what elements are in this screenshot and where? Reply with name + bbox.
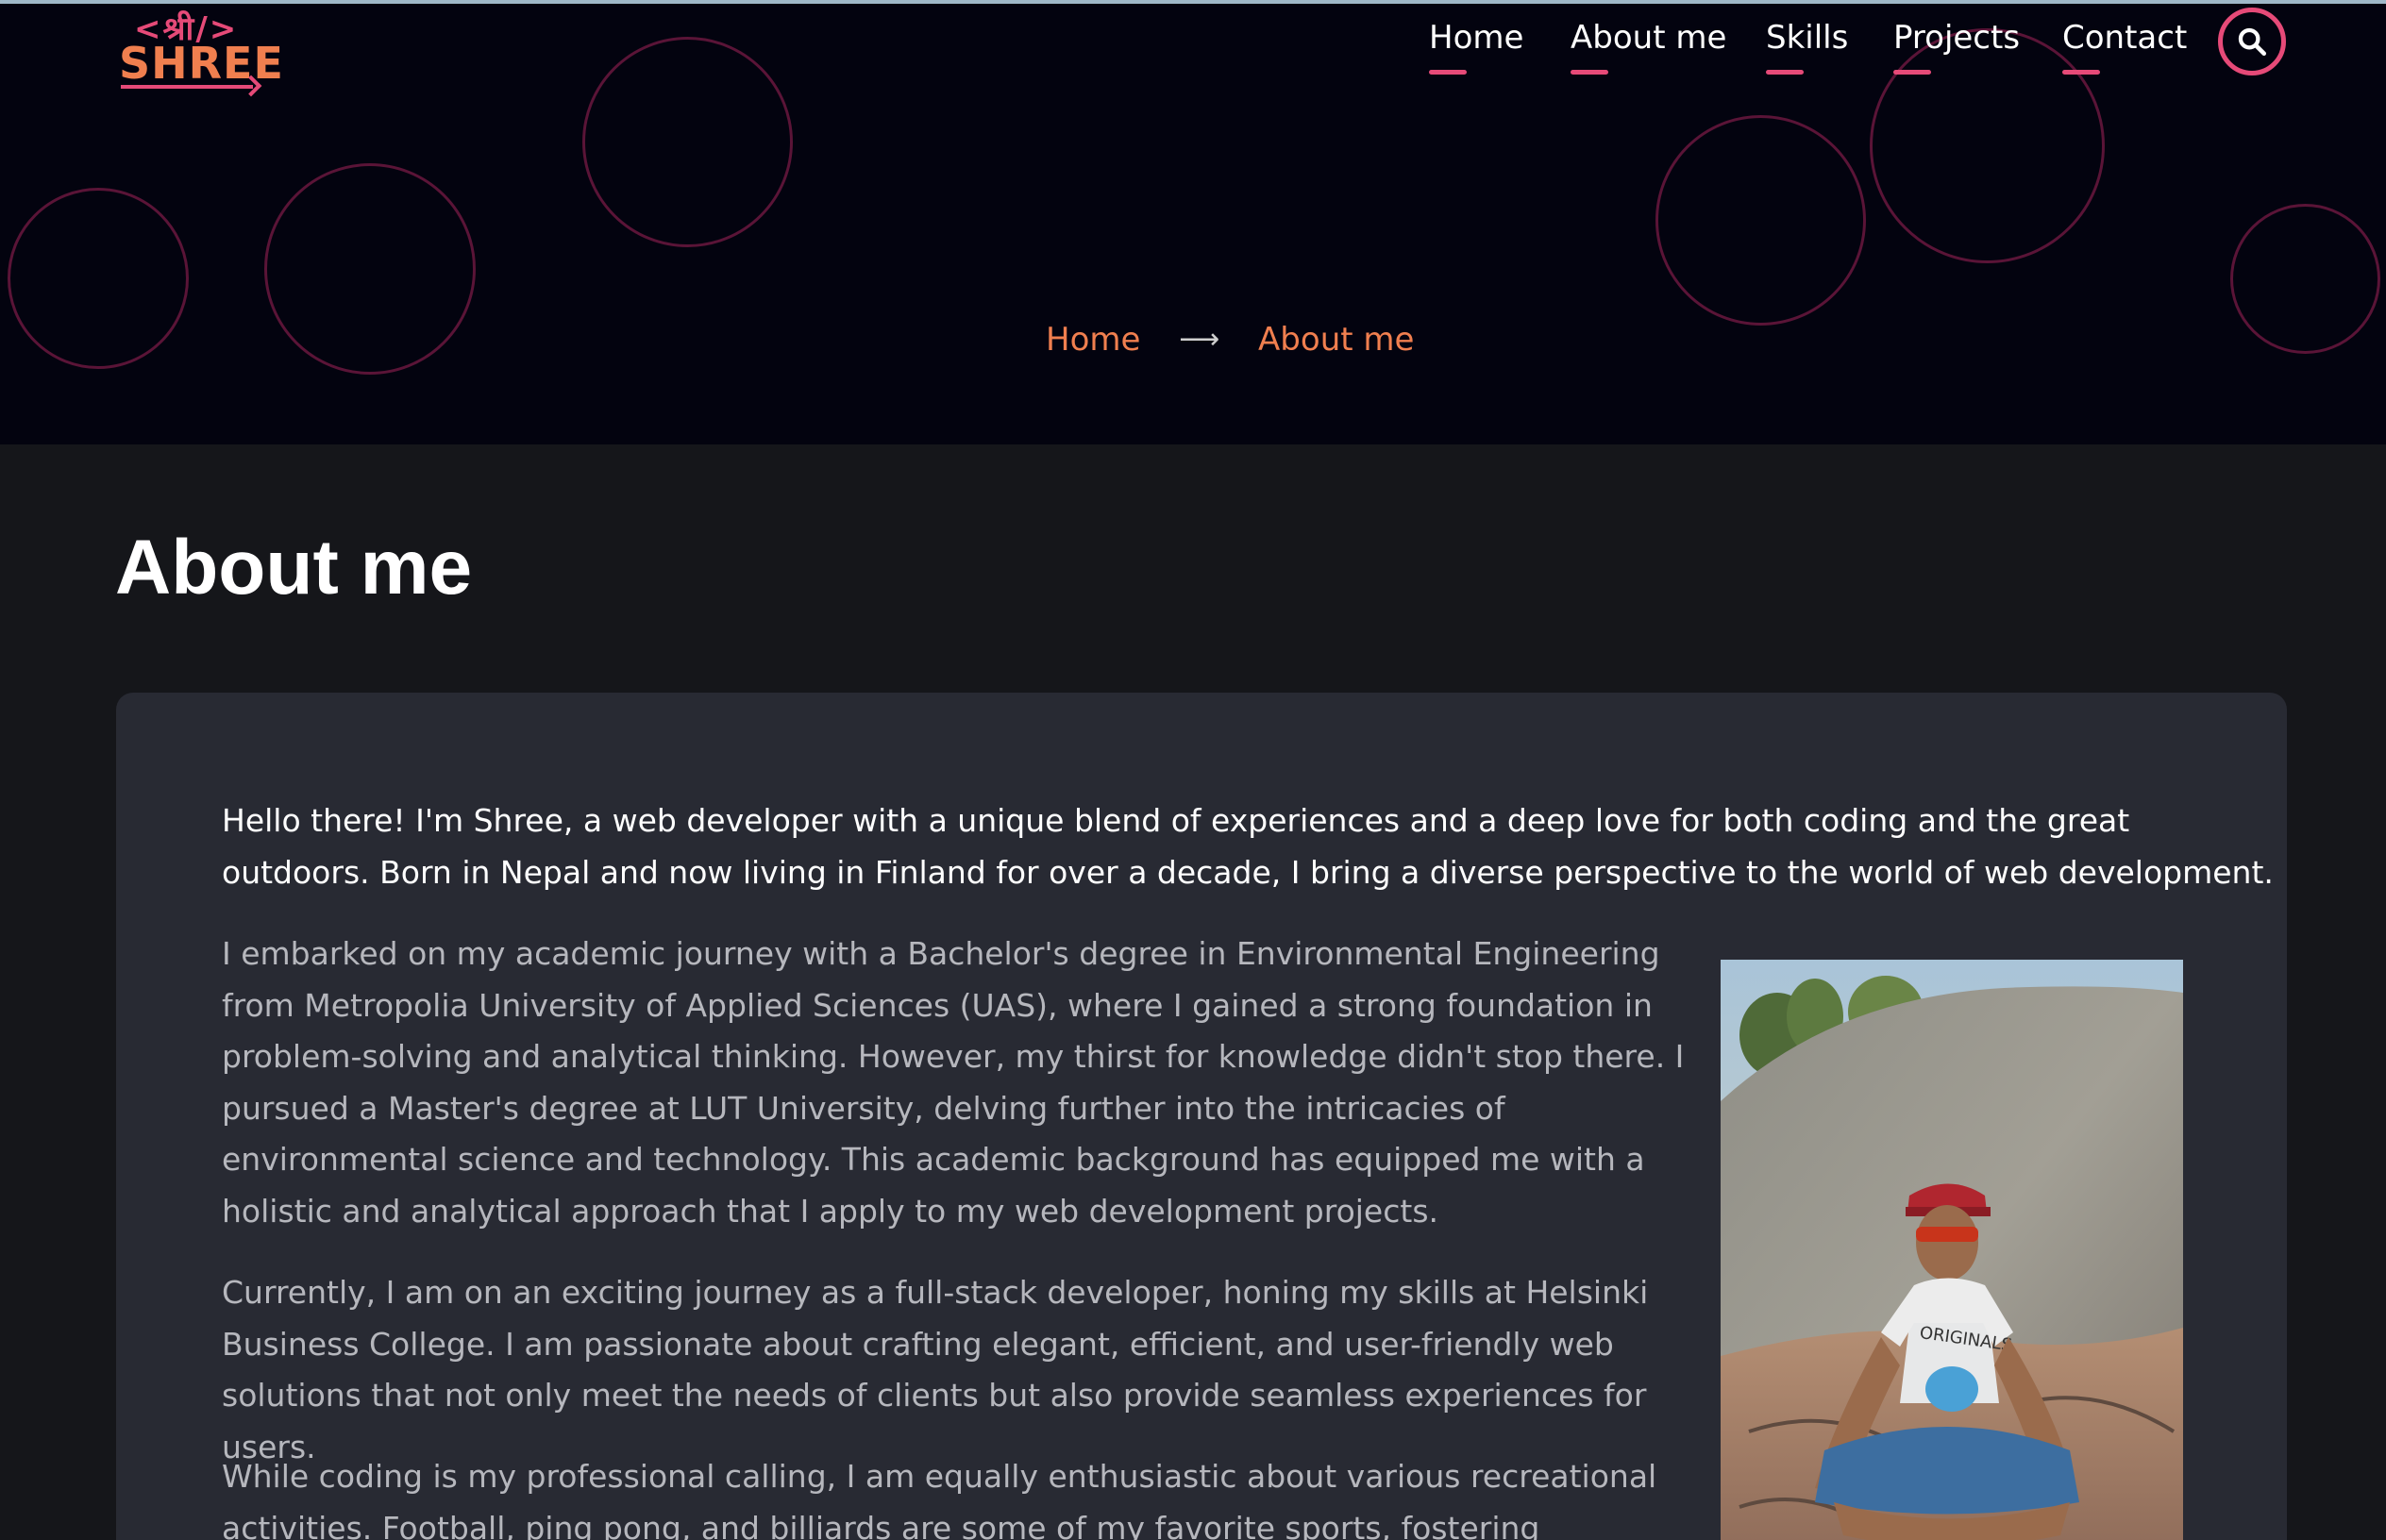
nav-link-contact[interactable]: Contact	[2062, 19, 2188, 75]
nav-link-skills[interactable]: Skills	[1766, 19, 1849, 75]
decorative-circle	[2230, 204, 2380, 354]
nav-link-projects[interactable]: Projects	[1893, 19, 2021, 75]
decorative-circle	[1655, 115, 1866, 326]
nav-underline	[1429, 70, 1467, 75]
top-border	[0, 0, 2386, 4]
nav-label: Contact	[2062, 19, 2188, 57]
nav-underline	[1571, 70, 1608, 75]
main-content: About me Hello there! I'm Shree, a web d…	[0, 444, 2386, 1540]
breadcrumb: Home ⟶ About me	[1046, 319, 1414, 359]
about-card: Hello there! I'm Shree, a web developer …	[116, 693, 2287, 1540]
search-icon	[2238, 27, 2267, 57]
decorative-circle	[8, 188, 189, 369]
search-button[interactable]	[2218, 8, 2286, 75]
profile-photo-image: ORIGINALS	[1721, 960, 2183, 1540]
breadcrumb-home-link[interactable]: Home	[1046, 321, 1140, 359]
decorative-circle	[264, 163, 476, 375]
decorative-circle	[582, 37, 793, 247]
current-work-paragraph: Currently, I am on an exciting journey a…	[222, 1274, 1649, 1465]
nav-link-home[interactable]: Home	[1429, 19, 1524, 75]
hobbies-paragraph: While coding is my professional calling,…	[222, 1458, 1657, 1540]
nav-underline	[1893, 70, 1931, 75]
decorative-circle	[1870, 28, 2105, 263]
profile-photo: ORIGINALS	[1721, 960, 2183, 1540]
nav-label: Skills	[1766, 19, 1849, 57]
page-title: About me	[115, 525, 473, 611]
nav-underline	[2062, 70, 2100, 75]
site-logo[interactable]: <श्री/> SHREE	[119, 6, 283, 92]
logo-arrow-icon	[121, 85, 253, 89]
nav-label: Projects	[1893, 19, 2021, 57]
nav-underline	[1766, 70, 1804, 75]
nav-link-about[interactable]: About me	[1571, 19, 1727, 75]
nav-label: Home	[1429, 19, 1524, 57]
breadcrumb-arrow-icon: ⟶	[1179, 323, 1220, 356]
intro-paragraph: Hello there! I'm Shree, a web developer …	[222, 802, 2274, 891]
education-paragraph: I embarked on my academic journey with a…	[222, 935, 1685, 1230]
breadcrumb-current: About me	[1258, 320, 1415, 359]
logo-name: SHREE	[119, 38, 284, 89]
nav-label: About me	[1571, 19, 1727, 57]
hero-header: <श्री/> SHREE Home About me Skills Proje…	[0, 0, 2386, 444]
